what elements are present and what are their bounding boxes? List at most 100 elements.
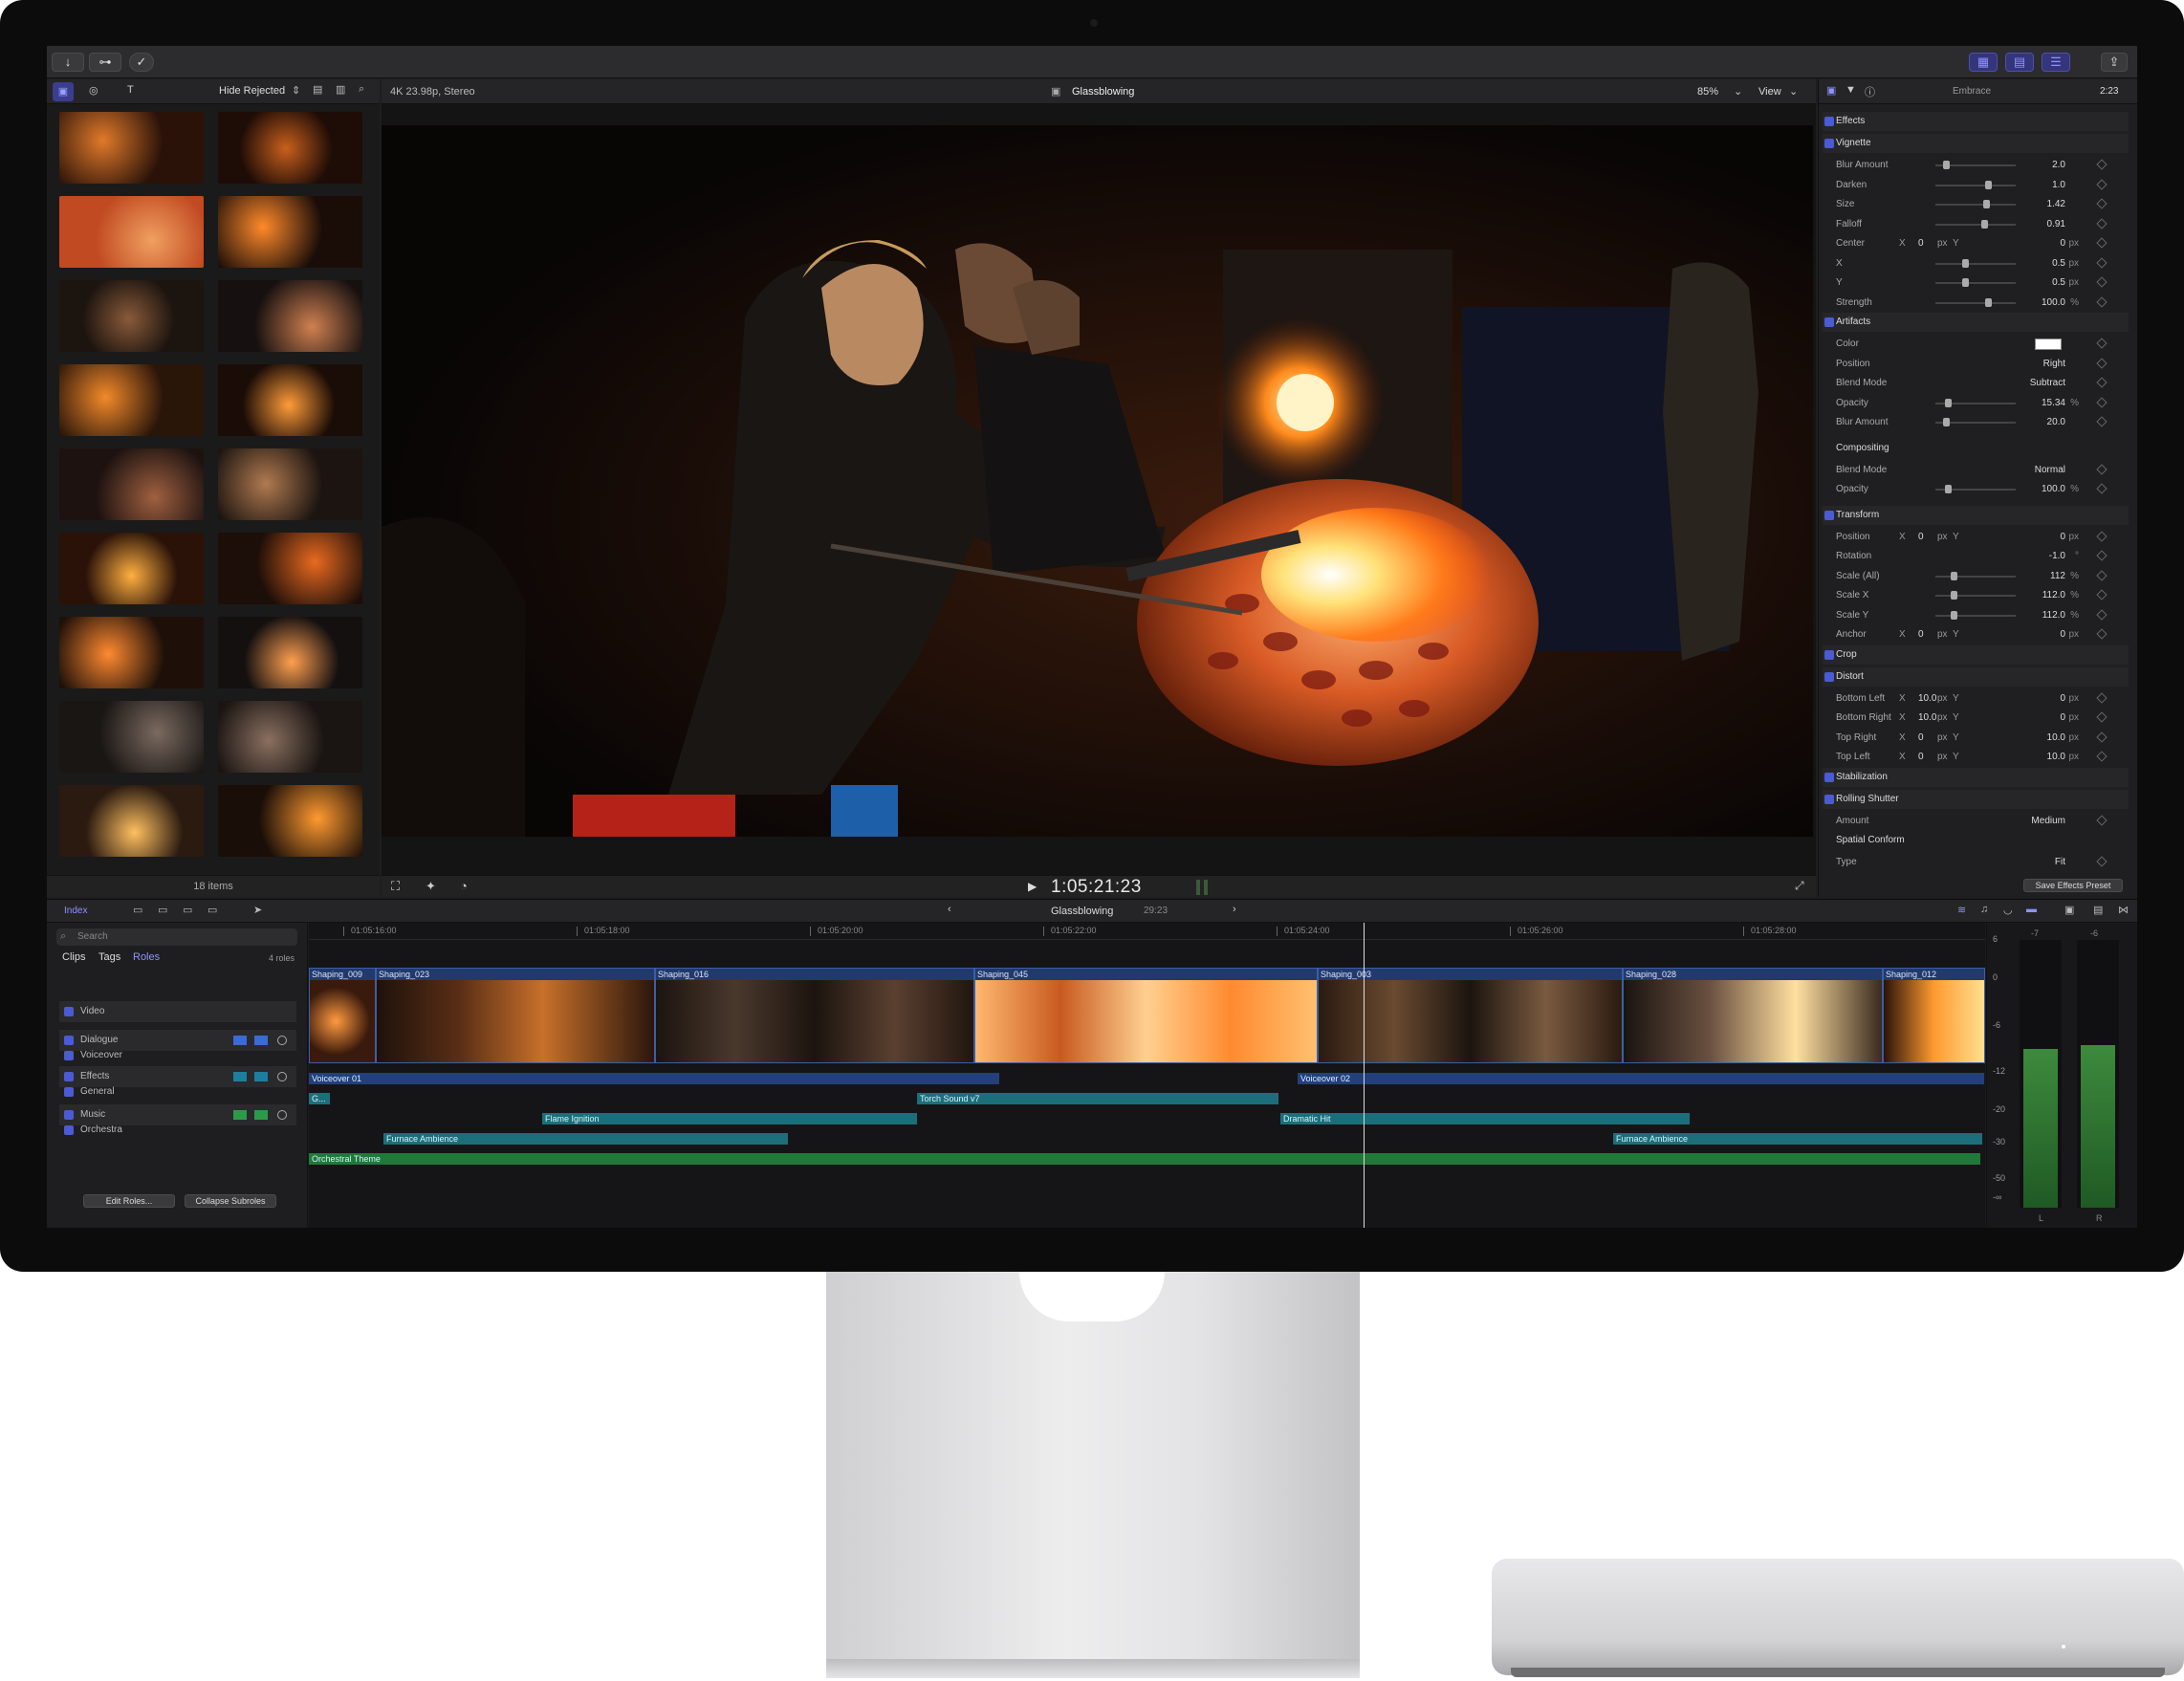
headphones-icon[interactable]: ◡	[2003, 904, 2013, 916]
tab-roles[interactable]: Roles	[133, 951, 160, 963]
value-slider[interactable]	[1935, 591, 2016, 600]
inspector-row[interactable]: Size 1.42	[1823, 195, 2129, 214]
inspector-row-value[interactable]: 15.34	[2042, 394, 2065, 413]
keyframe-icon[interactable]	[2096, 463, 2108, 475]
checkbox-icon[interactable]	[1824, 117, 1834, 126]
inspector-row-value[interactable]: 112.0	[2042, 606, 2065, 625]
inspector-row[interactable]: Blend Mode Subtract	[1823, 374, 2129, 393]
inspector-row[interactable]: Rolling Shutter	[1823, 789, 2129, 809]
clapper-icon[interactable]: ▣	[53, 82, 74, 101]
slider-knob[interactable]	[1962, 278, 1969, 287]
view-popup[interactable]: View	[1758, 86, 1781, 98]
audio-clip[interactable]: G...	[309, 1093, 330, 1104]
keyframe-icon[interactable]	[2096, 711, 2108, 723]
inspector-x-value[interactable]: 0	[1918, 528, 1924, 547]
inspector-row-value[interactable]: 2.0	[2052, 156, 2065, 175]
slider-knob[interactable]	[1962, 258, 1969, 268]
keyframe-icon[interactable]	[2096, 237, 2108, 249]
clip-thumbnail[interactable]	[218, 533, 362, 604]
audio-clip[interactable]: Orchestral Theme	[309, 1153, 1980, 1165]
keyframe-icon[interactable]	[2096, 217, 2108, 229]
value-slider[interactable]	[1935, 200, 2016, 208]
clip-thumbnail[interactable]	[218, 112, 362, 184]
keyframe-icon[interactable]	[2096, 691, 2108, 704]
connect-icon[interactable]: ▭	[207, 904, 217, 916]
video-clip[interactable]: Shaping_016	[655, 968, 974, 1063]
info-icon[interactable]: ⓘ	[1865, 84, 1875, 99]
value-slider[interactable]	[1935, 297, 2016, 307]
slider-knob[interactable]	[1951, 610, 1957, 620]
video-clip[interactable]: Shaping_023	[376, 968, 655, 1063]
zoom-popup[interactable]: 85%	[1697, 86, 1718, 98]
effects-browser-icon[interactable]: ▤	[2093, 904, 2103, 916]
inspector-row[interactable]: Distort	[1823, 666, 2129, 687]
timeline-index-button[interactable]: Index	[64, 906, 87, 916]
photos-icon[interactable]: ◎	[89, 84, 98, 97]
value-slider[interactable]	[1935, 398, 2016, 407]
filter-icon[interactable]: ▼	[1845, 84, 1856, 96]
clip-thumbnail[interactable]	[59, 785, 204, 857]
focus-circle-icon[interactable]	[277, 1036, 287, 1045]
inspector-row-value[interactable]: 112	[2050, 567, 2065, 586]
slider-knob[interactable]	[1981, 219, 1988, 229]
inspector-row[interactable]: Scale Y 112.0%	[1823, 606, 2129, 625]
inspector-y-value[interactable]: 0	[2060, 234, 2065, 253]
role-row[interactable]: General	[59, 1081, 296, 1102]
checkbox-icon[interactable]	[1824, 510, 1834, 520]
inspector-x-value[interactable]: 0	[1918, 234, 1924, 253]
inspector-row[interactable]: Compositing	[1823, 439, 2129, 458]
inspector-row[interactable]: Strength 100.0%	[1823, 294, 2129, 313]
inspector-y-value[interactable]: 0	[2060, 528, 2065, 547]
clip-thumbnail[interactable]	[218, 617, 362, 688]
append-icon[interactable]: ▭	[133, 904, 142, 916]
audio-clip[interactable]: Flame Ignition	[542, 1113, 917, 1124]
keyframe-icon[interactable]	[2096, 589, 2108, 600]
role-row[interactable]: Voiceover	[59, 1045, 296, 1066]
video-clip[interactable]: Shaping_009	[309, 968, 376, 1063]
inspector-row[interactable]: Effects	[1823, 112, 2129, 131]
keywords-button[interactable]: ⊶	[89, 53, 121, 72]
inspector-row[interactable]: Anchor X 0 px Y 0 px	[1823, 625, 2129, 644]
overwrite-icon[interactable]: ▭	[183, 904, 192, 916]
clip-thumbnail[interactable]	[59, 196, 204, 268]
value-slider[interactable]	[1935, 161, 2016, 169]
inspector-row-value[interactable]: 0.5	[2052, 254, 2065, 273]
clip-thumbnail[interactable]	[218, 280, 362, 352]
inspector-x-value[interactable]: 0	[1918, 729, 1924, 748]
browser-toggle-button[interactable]: ▦	[1969, 53, 1998, 72]
slider-knob[interactable]	[1943, 418, 1950, 426]
audio-skimming-icon[interactable]: ♫	[1980, 904, 1988, 915]
crop-tool-icon[interactable]: ⛶	[391, 879, 400, 894]
checkbox-icon[interactable]	[64, 1036, 74, 1045]
value-slider[interactable]	[1935, 278, 2016, 287]
checkbox-icon[interactable]	[1824, 317, 1834, 327]
inspector-row[interactable]: Top Right X 0 px Y 10.0 px	[1823, 729, 2129, 748]
inspector-row[interactable]: Center X 0 px Y 0 px	[1823, 234, 2129, 253]
slider-knob[interactable]	[1951, 591, 1957, 600]
inspector-row[interactable]: Opacity 100.0%	[1823, 480, 2129, 499]
inspector-row[interactable]: Blur Amount 2.0	[1823, 156, 2129, 175]
keyframe-icon[interactable]	[2096, 357, 2108, 369]
time-ruler[interactable]: 01:05:16:00 01:05:18:00 01:05:20:00 01:05:2…	[309, 923, 1985, 940]
inspector-row[interactable]: Scale (All) 112%	[1823, 567, 2129, 586]
role-row[interactable]: Video	[59, 1001, 296, 1022]
inspector-row-value[interactable]: 0.5	[2052, 273, 2065, 293]
clip-appearance-icon[interactable]: ▣	[2064, 904, 2074, 916]
video-clip[interactable]: Shaping_045	[974, 968, 1318, 1063]
inspector-row-value[interactable]: Medium	[2031, 812, 2065, 831]
keyframe-icon[interactable]	[2096, 256, 2108, 269]
slider-knob[interactable]	[1944, 485, 1952, 493]
keyframe-icon[interactable]	[2096, 159, 2108, 170]
inspector-y-value[interactable]: 10.0	[2047, 729, 2065, 748]
list-view-icon[interactable]: ▤	[313, 83, 322, 96]
inspector-row[interactable]: Rotation -1.0 °	[1823, 547, 2129, 566]
clip-thumbnail[interactable]	[218, 701, 362, 773]
inspector-row[interactable]: Bottom Right X 10.0 px Y 0 px	[1823, 709, 2129, 728]
keyframe-icon[interactable]	[2096, 416, 2108, 427]
audio-clip[interactable]: Torch Sound v7	[917, 1093, 1278, 1104]
value-slider[interactable]	[1935, 418, 2016, 426]
keyframe-icon[interactable]	[2096, 569, 2108, 581]
checkbox-icon[interactable]	[1824, 772, 1834, 782]
inspector-row-value[interactable]: 20.0	[2047, 413, 2065, 432]
timeline-tracks[interactable]: 01:05:16:00 01:05:18:00 01:05:20:00 01:05:2…	[309, 923, 1985, 1228]
